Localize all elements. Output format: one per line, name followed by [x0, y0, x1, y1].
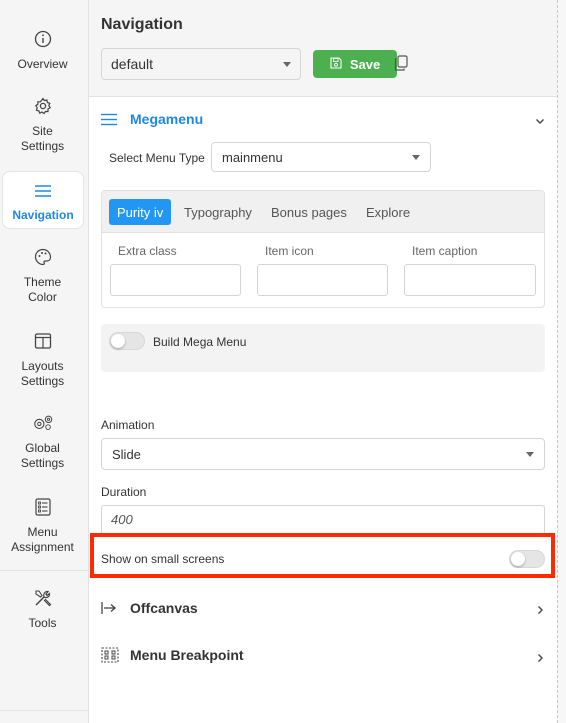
chevron-down-icon — [412, 154, 420, 160]
scrollbar[interactable] — [558, 0, 566, 723]
menu-icon — [101, 111, 119, 127]
sidebar-item-label: Layouts Settings — [20, 359, 65, 388]
sidebar-divider — [0, 570, 89, 571]
copy-icon[interactable] — [394, 55, 410, 73]
sidebar-item-label: Navigation — [12, 208, 74, 222]
section-megamenu-title: Megamenu — [130, 111, 204, 127]
sidebar-item-navigation[interactable]: Navigation — [2, 171, 84, 229]
section-breakpoint-header[interactable]: Menu Breakpoint — [101, 647, 244, 663]
gear-icon — [32, 95, 54, 117]
chevron-down-icon[interactable] — [535, 113, 545, 124]
sidebar-item-label: Theme Color — [23, 275, 62, 304]
palette-icon — [32, 246, 54, 268]
chevron-down-icon — [283, 61, 291, 67]
preset-select[interactable]: default — [101, 48, 301, 80]
menu-type-label: Select Menu Type — [109, 151, 205, 165]
settings-panel: Megamenu Select Menu Type mainmenu Purit… — [89, 96, 557, 723]
menu-icon — [32, 180, 54, 202]
sidebar-divider — [0, 710, 89, 711]
sidebar-item-label: Menu Assignment — [11, 525, 74, 554]
sidebar-item-menu-assignment[interactable]: Menu Assignment — [0, 496, 85, 555]
item-caption-input[interactable] — [404, 264, 536, 296]
sidebar-item-label: Global Settings — [20, 441, 65, 470]
breakpoint-icon — [101, 647, 119, 663]
sidebar-item-label: Overview — [17, 57, 68, 71]
section-megamenu-header[interactable]: Megamenu — [101, 111, 203, 127]
sidebar-item-label: Tools — [28, 616, 57, 630]
build-mega-menu-label: Build Mega Menu — [153, 335, 247, 349]
item-caption-label: Item caption — [412, 244, 478, 258]
duration-input[interactable]: 400 — [101, 505, 545, 535]
animation-label: Animation — [101, 418, 155, 432]
gears-icon — [32, 412, 54, 434]
sidebar-item-label: Site Settings — [20, 124, 65, 153]
arrow-to-right-icon — [101, 600, 119, 616]
item-icon-label: Item icon — [265, 244, 314, 258]
save-icon — [330, 56, 342, 72]
sidebar-item-site-settings[interactable]: Site Settings — [0, 95, 85, 154]
sidebar: Overview Site Settings Navigation Theme … — [0, 0, 89, 723]
list-icon — [32, 496, 54, 518]
build-mega-menu-toggle[interactable] — [109, 332, 145, 350]
chevron-right-icon[interactable] — [535, 650, 545, 662]
extra-class-input[interactable] — [110, 264, 241, 296]
tools-icon — [32, 587, 54, 609]
sidebar-item-tools[interactable]: Tools — [0, 587, 85, 631]
animation-select-value: Slide — [112, 446, 141, 462]
duration-label: Duration — [101, 485, 147, 499]
info-icon — [32, 28, 54, 50]
section-breakpoint-title: Menu Breakpoint — [130, 647, 244, 663]
item-icon-input[interactable] — [257, 264, 388, 296]
animation-select[interactable]: Slide — [101, 438, 545, 470]
save-button-label: Save — [349, 56, 381, 72]
build-mega-menu-box: Build Mega Menu — [101, 324, 545, 372]
sidebar-item-global-settings[interactable]: Global Settings — [0, 412, 85, 471]
tab-purity-iv[interactable]: Purity iv — [109, 199, 172, 225]
extra-class-label: Extra class — [118, 244, 177, 258]
sidebar-item-overview[interactable]: Overview — [0, 28, 85, 72]
save-button[interactable]: Save — [313, 50, 397, 78]
menu-items-tabs: Purity iv Typography Bonus pages Explore… — [101, 190, 545, 308]
tab-explore[interactable]: Explore — [358, 199, 418, 225]
sidebar-item-theme-color[interactable]: Theme Color — [0, 246, 85, 305]
tab-typography[interactable]: Typography — [176, 199, 260, 225]
chevron-right-icon[interactable] — [535, 602, 545, 614]
menu-type-select-value: mainmenu — [222, 149, 283, 165]
layout-icon — [32, 330, 54, 352]
section-offcanvas-title: Offcanvas — [130, 600, 198, 616]
highlight-box — [90, 533, 555, 578]
tab-bonus-pages[interactable]: Bonus pages — [263, 199, 355, 225]
chevron-down-icon — [526, 451, 534, 457]
page-title: Navigation — [101, 16, 183, 33]
section-offcanvas-header[interactable]: Offcanvas — [101, 600, 198, 616]
tab-bar: Purity iv Typography Bonus pages Explore — [102, 191, 544, 233]
main-content: Navigation default Save Megamenu Select … — [89, 0, 557, 723]
duration-input-value: 400 — [111, 512, 133, 527]
sidebar-item-layouts-settings[interactable]: Layouts Settings — [0, 330, 85, 389]
preset-select-value: default — [111, 56, 154, 72]
menu-type-select[interactable]: mainmenu — [211, 142, 431, 172]
